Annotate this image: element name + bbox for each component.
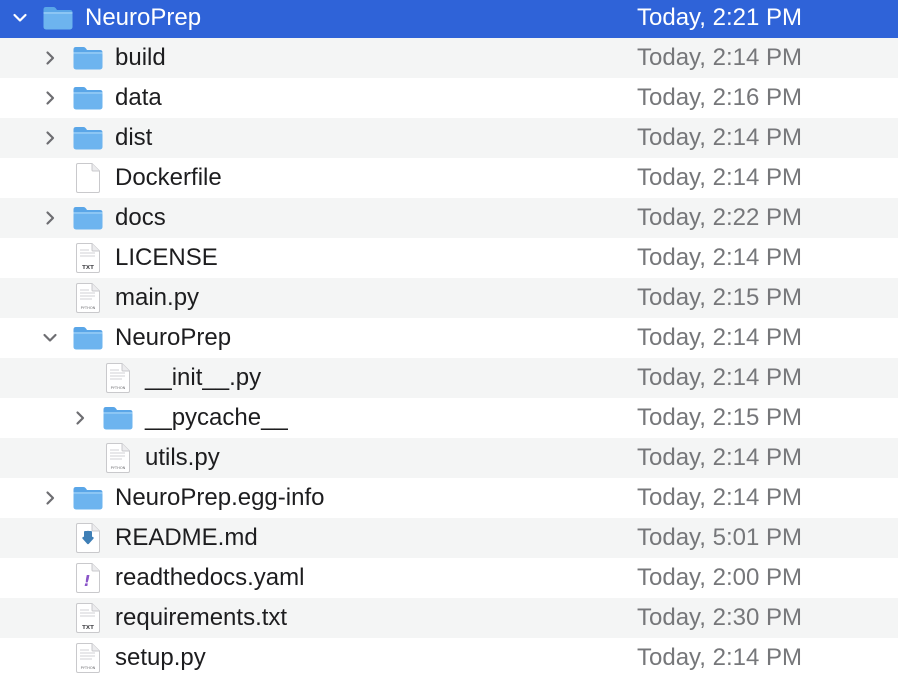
date-modified: Today, 2:15 PM — [637, 404, 802, 431]
item-name: build — [115, 44, 166, 71]
item-name: data — [115, 84, 162, 111]
svg-text:PYTHON: PYTHON — [81, 666, 96, 670]
item-name: main.py — [115, 284, 200, 311]
list-item-neuroprep-d1[interactable]: NeuroPrep Today, 2:14 PM — [0, 318, 898, 358]
item-name: NeuroPrep — [85, 4, 202, 31]
chevron-right-icon[interactable] — [70, 398, 90, 438]
list-item-pycache-d2[interactable]: __pycache__ Today, 2:15 PM — [0, 398, 898, 438]
date-modified: Today, 5:01 PM — [637, 524, 802, 551]
svg-text:PYTHON: PYTHON — [111, 466, 126, 470]
item-name: __pycache__ — [145, 404, 288, 431]
chevron-down-icon[interactable] — [40, 318, 60, 358]
file-python-icon: PYTHON — [72, 643, 104, 673]
list-item-neuroprep-egg-info-d1[interactable]: NeuroPrep.egg-info Today, 2:14 PM — [0, 478, 898, 518]
folder-icon — [72, 43, 104, 73]
folder-icon — [72, 323, 104, 353]
item-name: README.md — [115, 524, 258, 551]
chevron-right-icon[interactable] — [40, 38, 60, 78]
folder-icon — [102, 403, 134, 433]
item-name: docs — [115, 204, 166, 231]
list-item-requirements-txt-d1[interactable]: TXT requirements.txt Today, 2:30 PM — [0, 598, 898, 638]
item-name: requirements.txt — [115, 604, 288, 631]
date-modified: Today, 2:14 PM — [637, 364, 802, 391]
svg-text:PYTHON: PYTHON — [81, 306, 96, 310]
file-blank-icon — [72, 163, 104, 193]
date-modified: Today, 2:16 PM — [637, 84, 802, 111]
item-name: NeuroPrep.egg-info — [115, 484, 325, 511]
svg-text:TXT: TXT — [82, 625, 94, 631]
list-item-license-d1[interactable]: TXT LICENSE Today, 2:14 PM — [0, 238, 898, 278]
list-item-neuroprep[interactable]: NeuroPrep Today, 2:21 PM — [0, 0, 898, 38]
svg-text:TXT: TXT — [82, 265, 94, 271]
file-markdown-icon — [72, 523, 104, 553]
date-modified: Today, 2:15 PM — [637, 284, 802, 311]
date-modified: Today, 2:00 PM — [637, 564, 802, 591]
list-item-init-py-d2[interactable]: PYTHON __init__.py Today, 2:14 PM — [0, 358, 898, 398]
date-modified: Today, 2:21 PM — [637, 4, 802, 31]
item-name: readthedocs.yaml — [115, 564, 305, 591]
item-name: setup.py — [115, 644, 206, 671]
file-python-icon: PYTHON — [102, 443, 134, 473]
date-modified: Today, 2:14 PM — [637, 124, 802, 151]
list-item-docs-d1[interactable]: docs Today, 2:22 PM — [0, 198, 898, 238]
file-list: NeuroPrep Today, 2:21 PM build Today, 2:14… — [0, 0, 898, 680]
item-name: __init__.py — [145, 364, 262, 391]
chevron-down-icon[interactable] — [10, 0, 30, 38]
file-python-icon: PYTHON — [72, 283, 104, 313]
folder-icon — [72, 203, 104, 233]
list-item-build-d1[interactable]: build Today, 2:14 PM — [0, 38, 898, 78]
svg-text:!: ! — [84, 572, 91, 590]
list-item-dockerfile-d1[interactable]: Dockerfile Today, 2:14 PM — [0, 158, 898, 198]
chevron-right-icon[interactable] — [40, 478, 60, 518]
item-name: dist — [115, 124, 153, 151]
item-name: LICENSE — [115, 244, 218, 271]
item-name: Dockerfile — [115, 164, 222, 191]
folder-icon — [72, 123, 104, 153]
file-yaml-icon: ! — [72, 563, 104, 593]
list-item-readthedocs-yaml-d1[interactable]: ! readthedocs.yaml Today, 2:00 PM — [0, 558, 898, 598]
list-item-main-py-d1[interactable]: PYTHON main.py Today, 2:15 PM — [0, 278, 898, 318]
folder-icon — [72, 483, 104, 513]
list-item-data-d1[interactable]: data Today, 2:16 PM — [0, 78, 898, 118]
date-modified: Today, 2:14 PM — [637, 444, 802, 471]
file-txt-icon: TXT — [72, 603, 104, 633]
folder-icon — [72, 83, 104, 113]
date-modified: Today, 2:14 PM — [637, 484, 802, 511]
file-txt-icon: TXT — [72, 243, 104, 273]
folder-icon — [42, 3, 74, 33]
date-modified: Today, 2:30 PM — [637, 604, 802, 631]
date-modified: Today, 2:14 PM — [637, 164, 802, 191]
svg-text:PYTHON: PYTHON — [111, 386, 126, 390]
date-modified: Today, 2:14 PM — [637, 44, 802, 71]
item-name: NeuroPrep — [115, 324, 232, 351]
list-item-utils-py-d2[interactable]: PYTHON utils.py Today, 2:14 PM — [0, 438, 898, 478]
item-name: utils.py — [145, 444, 220, 471]
list-item-dist-d1[interactable]: dist Today, 2:14 PM — [0, 118, 898, 158]
chevron-right-icon[interactable] — [40, 118, 60, 158]
date-modified: Today, 2:14 PM — [637, 324, 802, 351]
chevron-right-icon[interactable] — [40, 198, 60, 238]
date-modified: Today, 2:14 PM — [637, 644, 802, 671]
list-item-setup-py-d1[interactable]: PYTHON setup.py Today, 2:14 PM — [0, 638, 898, 678]
date-modified: Today, 2:22 PM — [637, 204, 802, 231]
date-modified: Today, 2:14 PM — [637, 244, 802, 271]
list-item-readme-md-d1[interactable]: README.md Today, 5:01 PM — [0, 518, 898, 558]
file-python-icon: PYTHON — [102, 363, 134, 393]
chevron-right-icon[interactable] — [40, 78, 60, 118]
